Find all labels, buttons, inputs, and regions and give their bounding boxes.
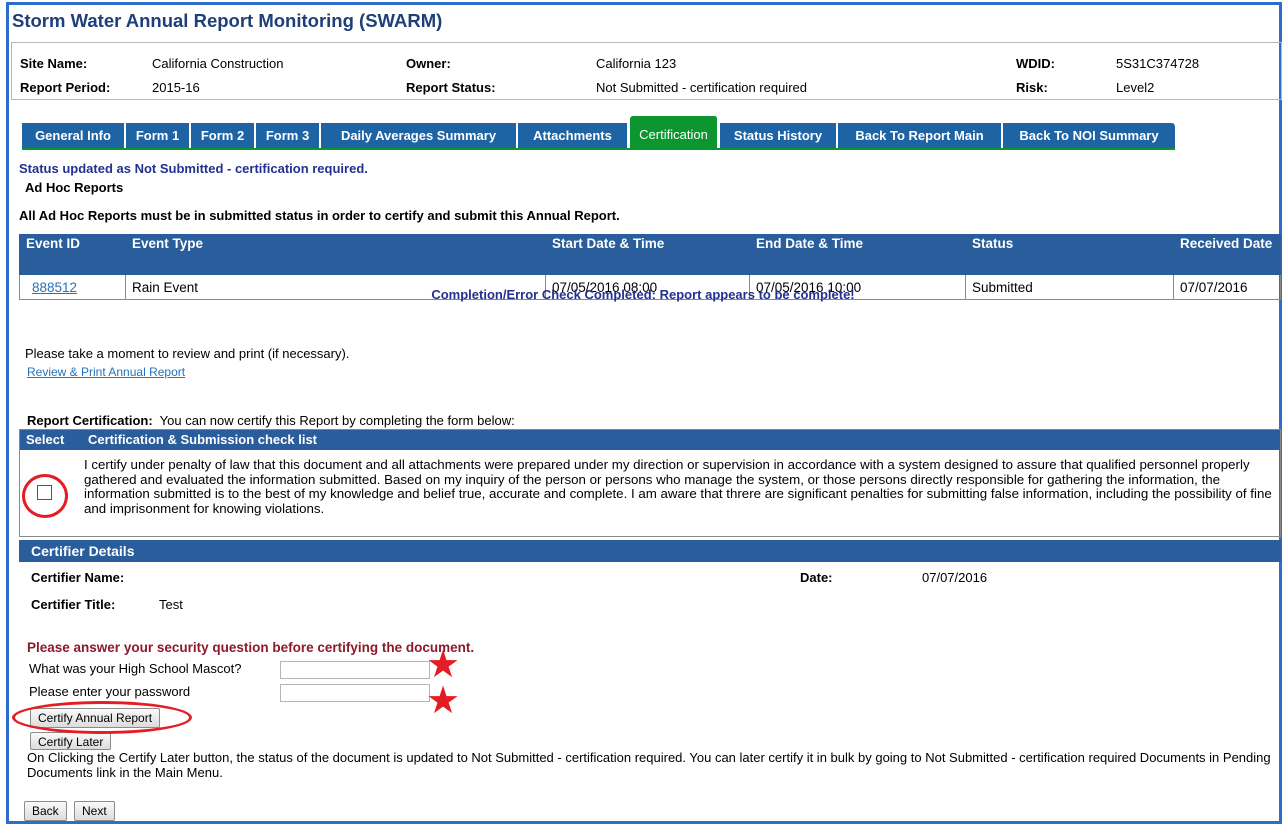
tab-certification[interactable]: Certification [630, 116, 718, 148]
col-checklist: Certification & Submission check list [88, 432, 317, 447]
report-status-value: Not Submitted - certification required [596, 80, 807, 95]
security-question-label: What was your High School Mascot? [29, 661, 242, 676]
security-answer-input[interactable] [280, 661, 430, 679]
certification-statement: I certify under penalty of law that this… [84, 457, 1272, 516]
wdid-label: WDID: [1016, 56, 1055, 71]
password-input[interactable] [280, 684, 430, 702]
report-status-label: Report Status: [406, 80, 496, 95]
tab-attachments[interactable]: Attachments [518, 123, 628, 148]
report-period-label: Report Period: [20, 80, 111, 95]
tab-form-3[interactable]: Form 3 [256, 123, 320, 148]
tab-underline [22, 148, 1175, 150]
col-event-type: Event Type [125, 234, 546, 275]
required-star-icon: ★ [426, 644, 461, 686]
site-name-label: Site Name: [20, 56, 88, 71]
certifier-title-value: Test [159, 597, 183, 612]
tab-back-to-report-main[interactable]: Back To Report Main [838, 123, 1002, 148]
adhoc-heading: Ad Hoc Reports [25, 180, 124, 195]
adhoc-table-header: Event ID Event Type Start Date & Time En… [19, 234, 1281, 275]
adhoc-note: All Ad Hoc Reports must be in submitted … [19, 208, 620, 223]
report-period-value: 2015-16 [152, 80, 200, 95]
certification-intro-label: Report Certification: [27, 413, 153, 428]
risk-label: Risk: [1016, 80, 1048, 95]
password-label: Please enter your password [29, 684, 191, 699]
report-info-panel: Site Name: California Construction Owner… [11, 42, 1282, 100]
certification-date-value: 07/07/2016 [922, 570, 988, 585]
tab-form-2[interactable]: Form 2 [191, 123, 255, 148]
review-text: Please take a moment to review and print… [25, 346, 350, 361]
tab-daily-averages-summary[interactable]: Daily Averages Summary [321, 123, 517, 148]
tab-form-1[interactable]: Form 1 [126, 123, 190, 148]
review-print-link[interactable]: Review & Print Annual Report [27, 365, 185, 379]
certifier-name-label: Certifier Name: [31, 570, 125, 585]
next-button[interactable]: Next [74, 801, 115, 821]
certification-checklist: Select Certification & Submission check … [19, 429, 1281, 537]
tab-back-to-noi-summary[interactable]: Back To NOI Summary [1003, 123, 1176, 148]
certification-date-label: Date: [800, 570, 833, 585]
col-select: Select [26, 432, 65, 447]
certification-intro-text: You can now certify this Report by compl… [159, 413, 515, 428]
owner-value: California 123 [596, 56, 677, 71]
certifier-title-label: Certifier Title: [31, 597, 116, 612]
certification-intro: Report Certification: You can now certif… [27, 413, 515, 428]
col-event-id: Event ID [19, 234, 126, 275]
completion-message: Completion/Error Check Completed: Report… [431, 287, 855, 302]
back-button[interactable]: Back [24, 801, 67, 821]
wdid-value: 5S31C374728 [1116, 56, 1200, 71]
site-name-value: California Construction [152, 56, 284, 71]
col-received-date: Received Date [1173, 234, 1281, 275]
page-title: Storm Water Annual Report Monitoring (SW… [12, 10, 443, 31]
security-prompt: Please answer your security question bef… [27, 640, 475, 655]
info-row-2: Report Period: 2015-16 Report Status: No… [12, 75, 1281, 99]
tab-status-history[interactable]: Status History [720, 123, 837, 148]
certify-later-button[interactable]: Certify Later [30, 732, 112, 750]
info-row-1: Site Name: California Construction Owner… [12, 51, 1281, 75]
owner-label: Owner: [406, 56, 451, 71]
status-message: Status updated as Not Submitted - certif… [19, 161, 368, 176]
col-start-date: Start Date & Time [545, 234, 750, 275]
tab-general-info[interactable]: General Info [22, 123, 125, 148]
required-star-icon: ★ [426, 680, 461, 722]
certifier-details-header: Certifier Details [19, 540, 1281, 562]
checkbox-highlight-circle [22, 474, 68, 518]
certify-button-highlight-circle [12, 701, 192, 734]
certify-later-note: On Clicking the Certify Later button, th… [27, 750, 1271, 780]
risk-value: Level2 [1116, 80, 1155, 95]
col-end-date: End Date & Time [749, 234, 966, 275]
certification-checklist-header: Select Certification & Submission check … [20, 430, 1280, 450]
col-status: Status [965, 234, 1174, 275]
